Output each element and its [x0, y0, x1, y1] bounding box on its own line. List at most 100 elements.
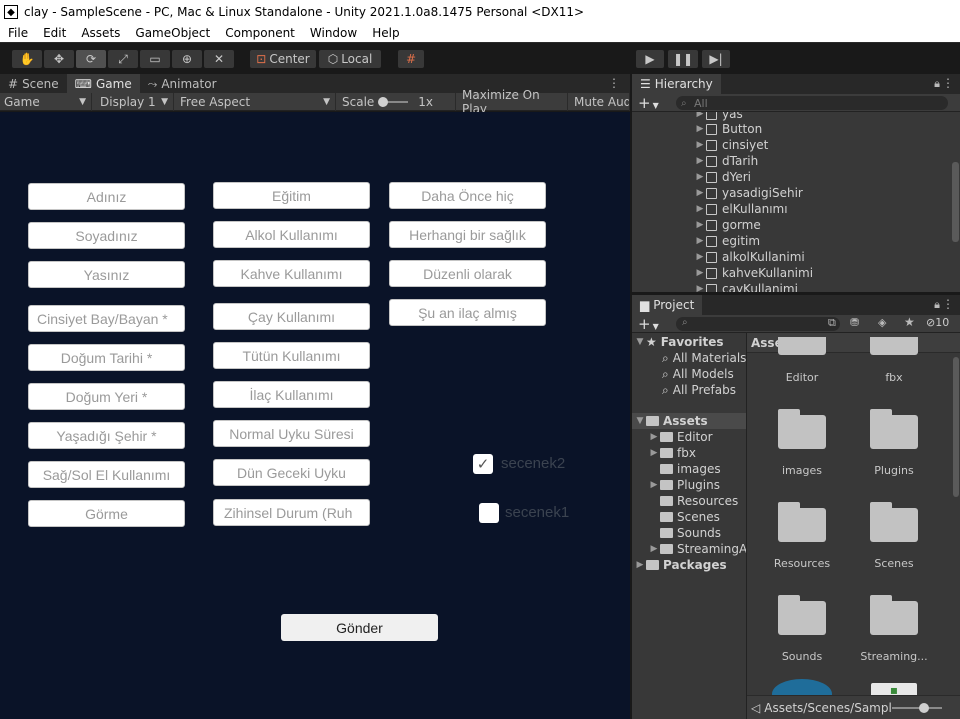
input-saglik[interactable]: Herhangi bir sağlık [389, 221, 546, 248]
transform-tool-icon[interactable]: ⊕ [172, 50, 202, 68]
hierarchy-search-input[interactable]: ⌕ All [676, 96, 948, 110]
expand-arrow-icon[interactable]: ▶ [694, 204, 706, 214]
hierarchy-item[interactable]: ▶ gorme [632, 217, 948, 233]
expand-arrow-icon[interactable]: ▶ [694, 112, 706, 119]
tab-hierarchy[interactable]: ☰ Hierarchy [632, 74, 721, 94]
lock-icon[interactable]: 🔒︎ [934, 298, 940, 312]
pause-button[interactable]: ❚❚ [668, 50, 698, 68]
filter-type-icon[interactable]: ⛃ [850, 316, 859, 329]
favorite-star-icon[interactable]: ★ [904, 315, 915, 329]
menu-gameobject[interactable]: GameObject [127, 26, 217, 40]
create-asset-button[interactable]: + ▼ [638, 315, 659, 333]
more-options-icon[interactable]: ⋮ [608, 76, 620, 90]
script-file-icon[interactable]: ▪ [871, 683, 917, 695]
scale-tool-icon[interactable]: ⤢ [108, 50, 138, 68]
hierarchy-item[interactable]: ▶ dTarih [632, 153, 948, 169]
add-object-button[interactable]: + ▼ [638, 94, 659, 112]
collapse-arrow-icon[interactable]: ▼ [634, 337, 646, 347]
step-button[interactable]: ▶| [702, 50, 730, 68]
asset-folder[interactable]: Scenes [660, 509, 720, 525]
scale-handle[interactable] [378, 97, 389, 107]
expand-arrow-icon[interactable]: ▶ [694, 268, 706, 278]
move-tool-icon[interactable]: ✥ [44, 50, 74, 68]
hierarchy-item[interactable]: ▶ cayKullanimi [632, 281, 948, 292]
input-ilac-almis[interactable]: Şu an ilaç almış [389, 299, 546, 326]
tab-game[interactable]: ⌨ Game [66, 74, 140, 94]
collapse-arrow-icon[interactable]: ▼ [634, 416, 646, 426]
pivot-center-button[interactable]: ⊡ Center [250, 50, 316, 68]
folder-icon[interactable] [870, 502, 918, 542]
expand-arrow-icon[interactable]: ▶ [694, 188, 706, 198]
label-tag-icon[interactable]: ◈ [878, 316, 886, 329]
input-cay[interactable]: Çay Kullanımı [213, 303, 370, 330]
expand-arrow-icon[interactable]: ▶ [694, 220, 706, 230]
game-mode-dropdown[interactable]: Game ▼ [0, 93, 92, 111]
search-by-type-icon[interactable]: ⧉ [828, 316, 836, 330]
checkbox-secenek2[interactable]: ✓ [473, 454, 493, 474]
input-adiniz[interactable]: Adınız [28, 183, 185, 210]
input-zihinsel-durum[interactable]: Zihinsel Durum (Ruh [213, 499, 370, 526]
tab-project[interactable]: ▆ Project [632, 295, 703, 315]
icon-size-slider[interactable] [892, 707, 942, 709]
input-gorme[interactable]: Görme [28, 500, 185, 527]
scale-slider[interactable]: Scale 1x [338, 93, 456, 111]
input-el-kullanimi[interactable]: Sağ/Sol El Kullanımı [28, 461, 185, 488]
asset-folder[interactable]: ▶ StreamingA [648, 541, 746, 557]
expand-arrow-icon[interactable]: ▶ [648, 544, 660, 554]
input-dogum-yeri[interactable]: Doğum Yeri * [28, 383, 185, 410]
submit-button[interactable]: Gönder [281, 614, 438, 641]
hierarchy-item[interactable]: ▶ egitim [632, 233, 948, 249]
favorite-item[interactable]: ⌕ All Prefabs [662, 382, 736, 398]
assets-root[interactable]: ▼ Assets [632, 413, 746, 429]
hand-tool-icon[interactable]: ✋ [12, 50, 42, 68]
folder-icon[interactable] [778, 337, 826, 357]
hierarchy-item[interactable]: ▶ kahveKullanimi [632, 265, 948, 281]
input-uyku-suresi[interactable]: Normal Uyku Süresi [213, 420, 370, 447]
hierarchy-item[interactable]: ▶ yasadigiSehir [632, 185, 948, 201]
input-dun-uyku[interactable]: Dün Geceki Uyku [213, 459, 370, 486]
expand-arrow-icon[interactable]: ▶ [694, 156, 706, 166]
expand-arrow-icon[interactable]: ▶ [694, 172, 706, 182]
hierarchy-item[interactable]: ▶ dYeri [632, 169, 948, 185]
menu-component[interactable]: Component [217, 26, 302, 40]
input-yasadigi-sehir[interactable]: Yaşadığı Şehir * [28, 422, 185, 449]
aspect-dropdown[interactable]: Free Aspect ▼ [176, 93, 336, 111]
input-tutun[interactable]: Tütün Kullanımı [213, 342, 370, 369]
hierarchy-item[interactable]: ▶ alkolKullanimi [632, 249, 948, 265]
rotate-tool-icon[interactable]: ⟳ [76, 50, 106, 68]
more-options-icon[interactable]: ⋮ [942, 297, 954, 311]
menu-window[interactable]: Window [302, 26, 364, 40]
expand-arrow-icon[interactable]: ▶ [694, 140, 706, 150]
favorite-item[interactable]: ⌕ All Models [662, 366, 734, 382]
expand-arrow-icon[interactable]: ▶ [694, 124, 706, 134]
folder-icon[interactable] [870, 595, 918, 635]
favorites-header[interactable]: ▼ ★ Favorites [634, 334, 724, 350]
asset-folder[interactable]: ▶ fbx [648, 445, 696, 461]
menu-assets[interactable]: Assets [73, 26, 127, 40]
project-search-input[interactable]: ⌕ [676, 317, 840, 331]
tab-animator[interactable]: ⤳ Animator [140, 74, 225, 94]
mute-audio-toggle[interactable]: Mute Aud [570, 93, 630, 111]
input-daha-once[interactable]: Daha Önce hiç [389, 182, 546, 209]
favorite-item[interactable]: ⌕ All Materials [662, 350, 746, 366]
checkbox-secenek1[interactable] [479, 503, 499, 523]
expand-arrow-icon[interactable]: ▶ [634, 560, 646, 570]
asset-folder[interactable]: ▶ Editor [648, 429, 713, 445]
expand-arrow-icon[interactable]: ▶ [648, 448, 660, 458]
hierarchy-item[interactable]: ▶ cinsiyet [632, 137, 948, 153]
hidden-packages-toggle[interactable]: ⊘ 10 [926, 316, 949, 329]
custom-tool-icon[interactable]: ✕ [204, 50, 234, 68]
asset-grid-scrollbar[interactable] [953, 357, 959, 497]
display-dropdown[interactable]: Display 1 ▼ [96, 93, 174, 111]
input-ilac[interactable]: İlaç Kullanımı [213, 381, 370, 408]
asset-folder[interactable]: images [660, 461, 721, 477]
more-options-icon[interactable]: ⋮ [942, 76, 954, 90]
maximize-on-play-toggle[interactable]: Maximize On Play [458, 88, 568, 116]
folder-icon[interactable] [778, 409, 826, 449]
lock-icon[interactable]: 🔒︎ [934, 77, 940, 91]
tab-scene[interactable]: # Scene [0, 74, 67, 94]
expand-arrow-icon[interactable]: ▶ [648, 480, 660, 490]
folder-icon[interactable] [778, 595, 826, 635]
rect-tool-icon[interactable]: ▭ [140, 50, 170, 68]
asset-folder[interactable]: ▶ Plugins [648, 477, 720, 493]
